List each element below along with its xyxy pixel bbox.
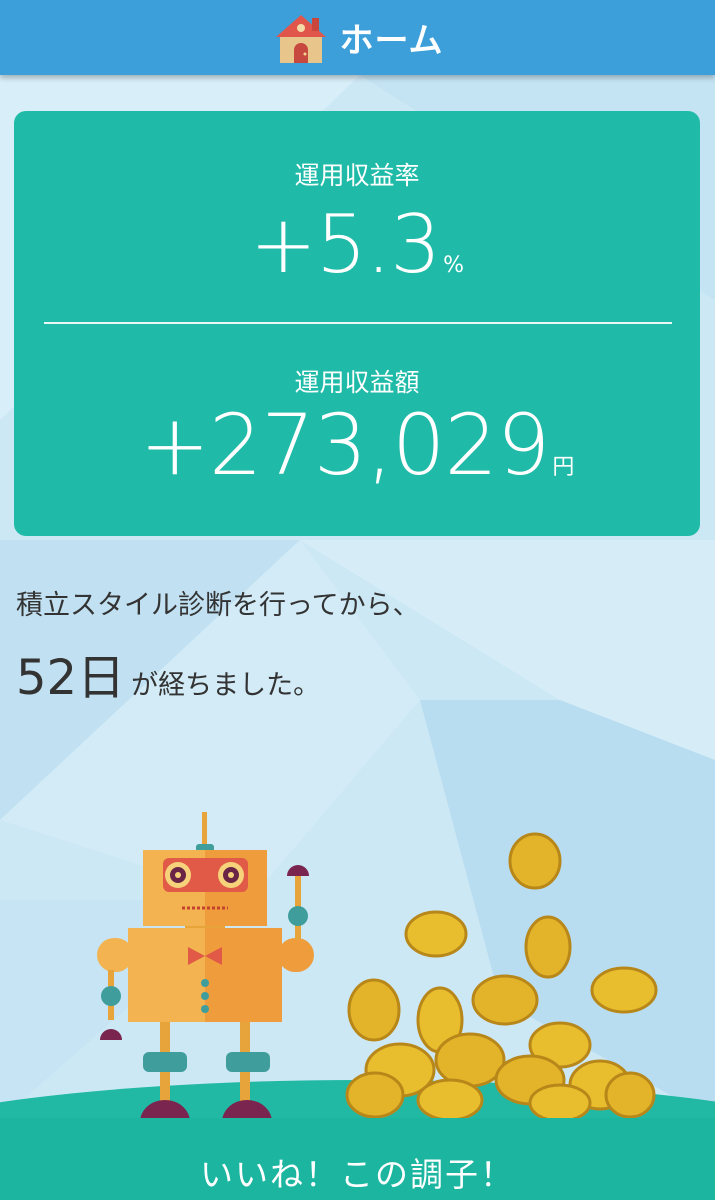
return-rate-row: +5.3%: [14, 198, 700, 291]
card-divider: [44, 322, 672, 324]
return-rate-unit: %: [443, 253, 465, 278]
elapsed-days-unit: 日: [77, 650, 126, 706]
house-icon: [275, 14, 326, 63]
return-summary-card: 運用収益率 +5.3% 運用収益額 +273,029 円: [14, 111, 700, 536]
app-header: ホーム: [0, 0, 715, 75]
return-rate-value: +5.3: [249, 198, 441, 291]
diagnosis-intro-text: 積立スタイル診断を行ってから、: [16, 590, 420, 621]
page-title: ホーム: [339, 21, 444, 61]
coin-pile-illustration: [345, 832, 658, 1123]
encouragement-message: いいね！この調子！: [200, 1155, 515, 1194]
elapsed-days-number: 52: [16, 650, 78, 706]
robot-illustration: [97, 812, 314, 1122]
return-rate-label: 運用収益率: [294, 161, 420, 190]
return-amount-row: +273,029 円: [14, 396, 700, 494]
return-amount-value: +273,029: [139, 396, 551, 494]
return-amount-unit: 円: [552, 455, 575, 480]
return-amount-label: 運用収益額: [294, 368, 420, 397]
elapsed-days-suffix: が経ちました。: [131, 670, 321, 701]
elapsed-days-line: 52日 が経ちました。: [16, 638, 320, 708]
